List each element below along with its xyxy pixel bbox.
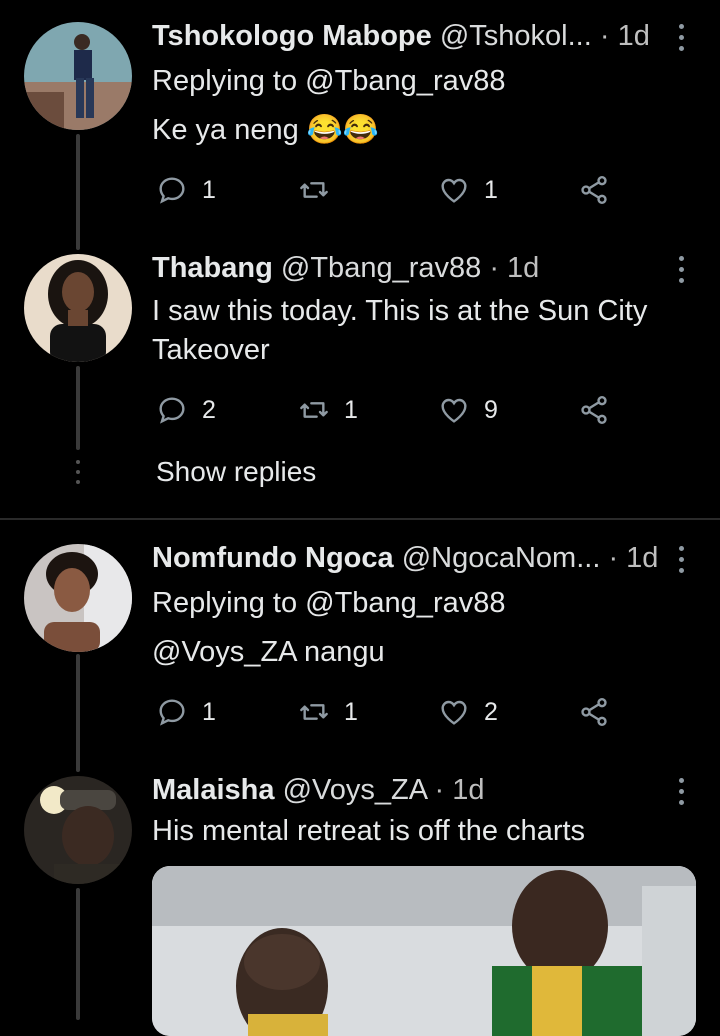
timestamp: · 1d bbox=[489, 252, 540, 284]
share-button[interactable] bbox=[578, 170, 610, 210]
like-button[interactable]: 9 bbox=[438, 390, 498, 430]
reply-context[interactable]: Replying to @Tbang_rav88 bbox=[152, 62, 680, 100]
more-options-icon[interactable] bbox=[676, 256, 686, 286]
reply-count: 2 bbox=[202, 395, 216, 424]
like-count: 2 bbox=[484, 697, 498, 726]
user-handle[interactable]: @Tshokol... bbox=[440, 20, 592, 52]
retweet-icon bbox=[300, 182, 328, 198]
share-icon bbox=[581, 176, 607, 204]
tweet-text: Ke ya neng 😂😂 bbox=[152, 114, 380, 146]
tweet-1[interactable]: Tshokologo Mabope @Tshokol... · 1d Reply… bbox=[0, 0, 720, 250]
thread-line bbox=[76, 888, 80, 1020]
tweet-header: Thabang @Tbang_rav88 · 1d bbox=[152, 250, 680, 286]
timestamp: · 1d bbox=[608, 542, 659, 574]
tweet-2[interactable]: Thabang @Tbang_rav88 · 1d I saw this tod… bbox=[0, 250, 720, 520]
divider bbox=[0, 518, 720, 520]
action-bar: 1 1 2 bbox=[152, 692, 632, 732]
share-button[interactable] bbox=[578, 692, 610, 732]
reply-count: 1 bbox=[202, 175, 216, 204]
retweet-button[interactable] bbox=[298, 170, 344, 210]
reply-button[interactable]: 1 bbox=[156, 692, 216, 732]
retweet-button[interactable]: 1 bbox=[298, 390, 358, 430]
share-icon bbox=[581, 698, 607, 726]
show-replies-link[interactable]: Show replies bbox=[156, 456, 316, 488]
display-name[interactable]: Thabang bbox=[152, 252, 273, 284]
like-icon bbox=[441, 700, 467, 725]
user-handle[interactable]: @Tbang_rav88 bbox=[281, 252, 481, 284]
reply-icon bbox=[159, 699, 185, 726]
tweet-header: Nomfundo Ngoca @NgocaNom... · 1d bbox=[152, 540, 680, 576]
tweet-text: @Voys_ZA nangu bbox=[152, 636, 385, 668]
like-icon bbox=[441, 398, 467, 423]
action-bar: 1 1 bbox=[152, 170, 632, 210]
thread-line bbox=[76, 134, 80, 250]
tweet-text: His mental retreat is off the charts bbox=[152, 815, 586, 847]
more-options-icon[interactable] bbox=[676, 778, 686, 808]
retweet-icon bbox=[300, 402, 328, 418]
timestamp: · 1d bbox=[434, 774, 485, 806]
retweet-count: 1 bbox=[344, 697, 358, 726]
share-icon bbox=[581, 396, 607, 424]
tweet-header: Malaisha @Voys_ZA · 1d bbox=[152, 772, 680, 808]
more-options-icon[interactable] bbox=[676, 24, 686, 54]
reply-button[interactable]: 1 bbox=[156, 170, 216, 210]
tweet-media-photo[interactable] bbox=[152, 866, 696, 1036]
avatar[interactable] bbox=[24, 254, 132, 362]
reply-context[interactable]: Replying to @Tbang_rav88 bbox=[152, 584, 680, 622]
like-count: 1 bbox=[484, 175, 498, 204]
more-options-icon[interactable] bbox=[676, 546, 686, 576]
thread-continuation-dots bbox=[74, 460, 82, 488]
avatar[interactable] bbox=[24, 22, 132, 130]
tweet-header: Tshokologo Mabope @Tshokol... · 1d bbox=[152, 18, 680, 54]
retweet-icon bbox=[300, 704, 328, 720]
avatar[interactable] bbox=[24, 776, 132, 884]
thread-line bbox=[76, 654, 80, 772]
thread-line bbox=[76, 366, 80, 450]
timestamp: · 1d bbox=[599, 20, 650, 52]
reply-count: 1 bbox=[202, 697, 216, 726]
reply-icon bbox=[159, 177, 185, 204]
display-name[interactable]: Nomfundo Ngoca bbox=[152, 542, 394, 574]
retweet-button[interactable]: 1 bbox=[298, 692, 358, 732]
tweet-text-line-2: Takeover bbox=[152, 334, 270, 366]
like-icon bbox=[441, 178, 467, 203]
action-bar: 2 1 9 bbox=[152, 390, 632, 430]
user-handle[interactable]: @NgocaNom... bbox=[402, 542, 601, 574]
user-handle[interactable]: @Voys_ZA bbox=[283, 774, 427, 806]
display-name[interactable]: Malaisha bbox=[152, 774, 275, 806]
retweet-count: 1 bbox=[344, 395, 358, 424]
share-button[interactable] bbox=[578, 390, 610, 430]
reply-icon bbox=[159, 397, 185, 424]
avatar[interactable] bbox=[24, 544, 132, 652]
like-count: 9 bbox=[484, 395, 498, 424]
reply-button[interactable]: 2 bbox=[156, 390, 216, 430]
like-button[interactable]: 2 bbox=[438, 692, 498, 732]
tweet-text-line-1: I saw this today. This is at the Sun Cit… bbox=[152, 295, 648, 327]
like-button[interactable]: 1 bbox=[438, 170, 498, 210]
display-name[interactable]: Tshokologo Mabope bbox=[152, 20, 432, 52]
tweet-3[interactable]: Nomfundo Ngoca @NgocaNom... · 1d Replyin… bbox=[0, 522, 720, 772]
